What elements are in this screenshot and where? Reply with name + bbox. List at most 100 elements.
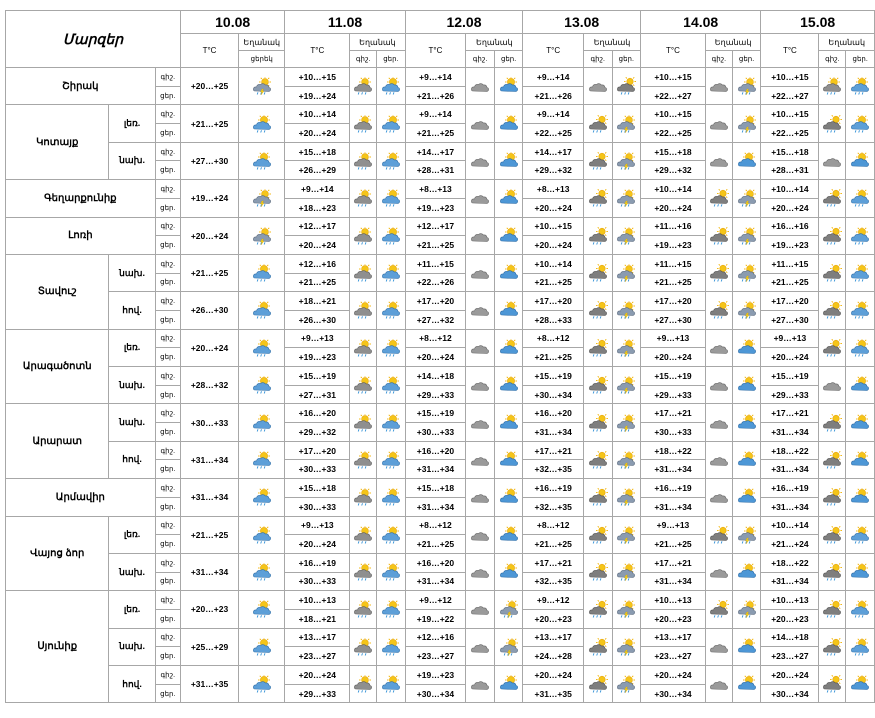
partly-cloudy-rain-icon xyxy=(737,264,756,283)
day-weather-cell xyxy=(845,365,875,405)
sun-cloud-rain-icon xyxy=(381,563,400,581)
sun-cloud-icon xyxy=(851,488,870,504)
day-temperature: +20…+24 xyxy=(284,123,351,143)
day-weather-cell xyxy=(238,104,286,143)
day-weather-cell xyxy=(731,104,762,143)
sun-cloud-rain-icon xyxy=(851,301,870,320)
night-temperature: +17…+20 xyxy=(640,291,706,311)
rain-cloud-sun-icon xyxy=(588,301,608,320)
day-weather-cell xyxy=(845,440,875,480)
night-weather-cell xyxy=(583,515,613,554)
day-weather-cell xyxy=(611,179,642,218)
subregion-label: նախ. xyxy=(108,253,156,293)
day-temperature: +21…+25 xyxy=(179,253,240,293)
day-weather-cell xyxy=(376,627,406,667)
day-temperature: +21…+25 xyxy=(522,534,584,554)
day-temperature: +29…+32 xyxy=(640,160,706,181)
sun-cloud-rain-icon xyxy=(381,189,400,207)
sun-cloud-icon xyxy=(499,563,518,578)
night-temperature: +16…+19 xyxy=(284,552,351,573)
night-temperature: +15…+19 xyxy=(640,366,706,386)
day-weather-cell xyxy=(611,291,642,330)
sun-cloud-icon xyxy=(499,301,518,317)
day-weather-cell xyxy=(845,328,875,368)
rain-cloud-sun-icon xyxy=(588,114,608,133)
rain-cloud-sun-icon xyxy=(823,226,843,245)
overcast-cloud-icon xyxy=(709,569,728,578)
partly-cloudy-rain-icon xyxy=(617,675,636,694)
rain-cloud-sun-icon xyxy=(823,413,843,432)
partly-cloudy-rain-icon xyxy=(737,600,756,619)
day-temperature: +31…+34 xyxy=(640,459,706,480)
day-temperature: +20…+24 xyxy=(522,235,584,255)
day-weather-cell xyxy=(376,515,406,554)
night-label: գիշ. xyxy=(154,141,181,162)
cloud-sun-icon xyxy=(354,226,373,245)
night-weather-cell xyxy=(583,291,613,330)
night-weather-cell xyxy=(704,664,733,704)
day-weather-cell xyxy=(376,478,406,517)
overcast-cloud-icon xyxy=(709,120,728,130)
night-temperature: +17…+20 xyxy=(522,291,584,311)
sun-cloud-rain-icon xyxy=(252,151,271,170)
sun-cloud-icon xyxy=(851,675,870,690)
day-label: ցեր. xyxy=(154,646,181,666)
night-subheader: գիշ. xyxy=(465,50,495,68)
sun-cloud-icon xyxy=(499,264,518,279)
day-temperature: +31…+34 xyxy=(522,422,584,442)
cloud-sun-icon xyxy=(823,77,842,95)
day-temperature: +19…+24 xyxy=(179,179,240,218)
table-row: նախ. գիշ. +31…+34 +16…+19 +16…+20 +17…+21 +17…… xyxy=(6,552,875,592)
weather-column-header: Եղանակ xyxy=(818,33,875,51)
subregion-label: հով. xyxy=(108,440,156,480)
sun-cloud-rain-icon xyxy=(851,637,870,656)
sun-cloud-rain-icon xyxy=(851,264,870,282)
night-weather-cell xyxy=(818,664,847,704)
day-label: ցեր. xyxy=(154,459,181,480)
partly-cloudy-rain-icon xyxy=(617,525,636,544)
cloud-sun-icon xyxy=(354,637,373,656)
night-weather-cell xyxy=(704,328,733,368)
day-temperature: +20…+24 xyxy=(284,235,351,255)
rain-cloud-sun-icon xyxy=(588,151,608,170)
day-subheader: ցերեկ xyxy=(238,50,286,68)
night-weather-cell xyxy=(349,291,378,330)
sun-cloud-icon xyxy=(737,675,756,690)
partly-cloudy-rain-icon xyxy=(617,226,636,245)
rain-cloud-sun-icon xyxy=(823,563,843,581)
night-temperature: +17…+21 xyxy=(760,403,820,424)
day-weather-cell xyxy=(376,403,406,442)
sun-cloud-rain-icon xyxy=(252,114,271,133)
day-weather-cell xyxy=(845,403,875,442)
table-row: Գեղարքունիք գիշ. +19…+24 +9…+14 +8…+13 +8…+13… xyxy=(5,179,875,218)
day-weather-cell xyxy=(493,141,524,181)
day-weather-cell xyxy=(845,179,875,218)
rain-cloud-sun-icon xyxy=(588,338,608,357)
day-temperature: +20…+25 xyxy=(179,66,240,106)
night-weather-cell xyxy=(704,253,733,293)
overcast-cloud-icon xyxy=(709,644,728,653)
day-weather-cell xyxy=(238,440,286,480)
day-weather-cell xyxy=(493,440,524,480)
table-row: Սյունիք լեռ. գիշ. +20…+23 +10…+13 +9…+12 +9…+1… xyxy=(4,590,875,704)
night-weather-cell xyxy=(349,627,378,667)
overcast-cloud-icon xyxy=(471,382,489,391)
night-temperature: +17…+21 xyxy=(640,552,706,573)
overcast-cloud-icon xyxy=(471,419,489,429)
day-temperature: +30…+34 xyxy=(404,683,467,704)
night-weather-cell xyxy=(704,515,733,554)
partly-cloudy-rain-icon xyxy=(617,563,636,582)
overcast-cloud-icon xyxy=(709,419,728,429)
day-temperature: +21…+25 xyxy=(404,235,467,255)
rain-cloud-sun-icon xyxy=(588,525,608,544)
cloud-sun-icon xyxy=(354,600,373,619)
night-label: գիշ. xyxy=(154,179,181,199)
rain-cloud-sun-icon xyxy=(823,600,843,619)
sun-cloud-rain-icon xyxy=(252,338,271,357)
night-weather-cell xyxy=(818,179,847,218)
overcast-cloud-icon xyxy=(471,681,489,690)
table-row: Արագածոտն լեռ. գիշ. +20…+24 +9…+13 +8…+12 +8…+… xyxy=(4,328,875,405)
day-temperature: +19…+23 xyxy=(284,347,351,367)
day-temperature: +22…+25 xyxy=(760,123,820,143)
night-temperature: +10…+13 xyxy=(284,590,351,610)
